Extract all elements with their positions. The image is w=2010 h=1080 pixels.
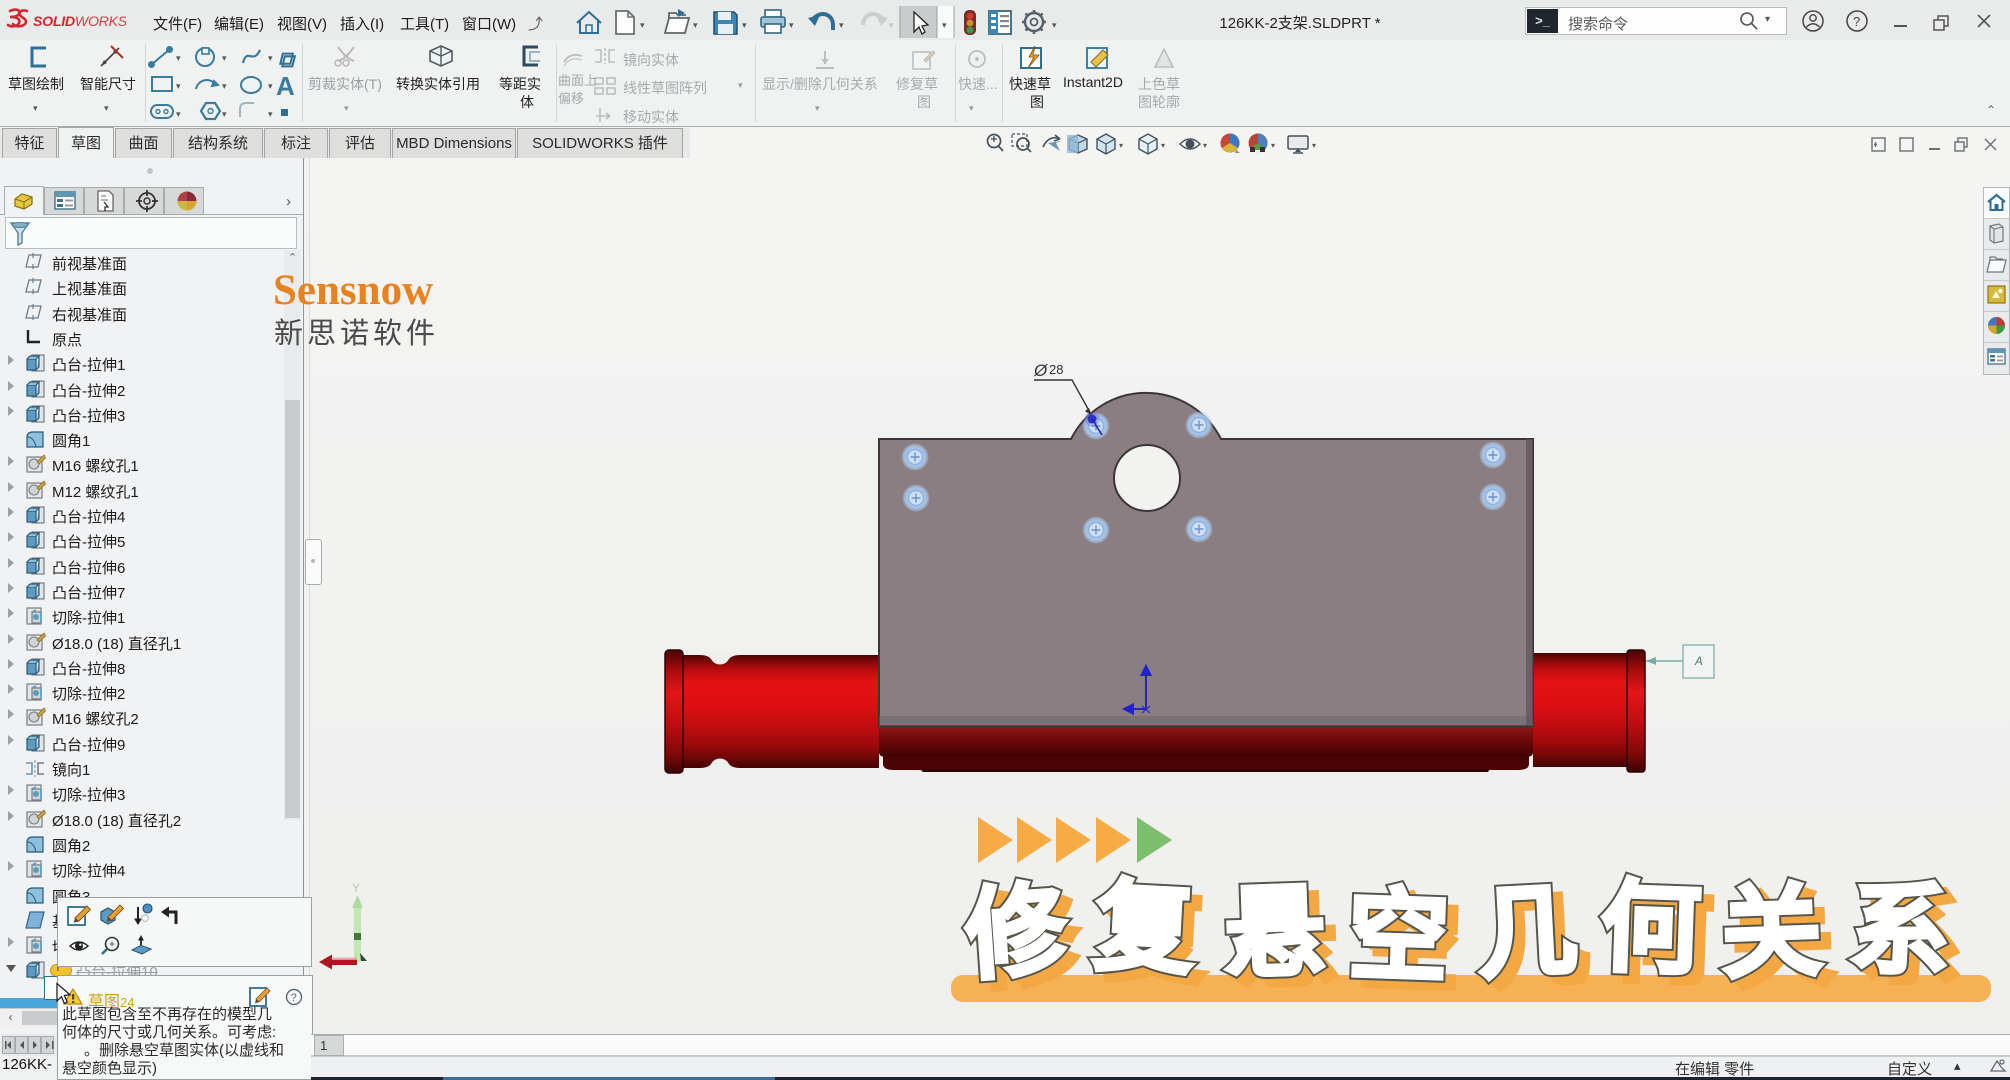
- svg-text:复: 复: [1091, 870, 1197, 987]
- svg-text:▾: ▾: [222, 109, 227, 119]
- svg-text:A: A: [276, 71, 295, 101]
- svg-text:▾: ▾: [789, 20, 794, 30]
- svg-text:▾: ▾: [176, 81, 181, 91]
- svg-text:▾: ▾: [1161, 141, 1165, 150]
- svg-text:28: 28: [1049, 362, 1063, 377]
- svg-text:▾: ▾: [176, 109, 181, 119]
- svg-text:▾: ▾: [889, 20, 894, 30]
- svg-text:Y: Y: [352, 881, 360, 895]
- svg-text:▾: ▾: [176, 53, 181, 63]
- svg-text:▾: ▾: [1203, 141, 1207, 150]
- svg-text:▾: ▾: [268, 53, 273, 63]
- svg-text:关: 关: [1720, 875, 1824, 990]
- svg-text:▾: ▾: [693, 20, 698, 30]
- svg-text:▾: ▾: [1052, 20, 1057, 30]
- svg-text:A: A: [1694, 656, 1703, 668]
- svg-text:▾: ▾: [839, 20, 844, 30]
- svg-text:空: 空: [1347, 879, 1451, 994]
- svg-text:▾: ▾: [222, 81, 227, 91]
- svg-text:▾: ▾: [222, 53, 227, 63]
- svg-text:系: 系: [1847, 872, 1953, 989]
- svg-text:悬: 悬: [1223, 875, 1327, 990]
- svg-text:Ø: Ø: [1033, 361, 1049, 380]
- svg-text:▾: ▾: [1119, 141, 1123, 150]
- svg-text:SOLIDWORKS: SOLIDWORKS: [33, 14, 126, 30]
- svg-text:何: 何: [1599, 871, 1703, 986]
- svg-text:?: ?: [1853, 14, 1860, 29]
- svg-text:修: 修: [962, 874, 1071, 993]
- svg-text:▾: ▾: [268, 81, 273, 91]
- svg-text:▾: ▾: [640, 20, 645, 30]
- svg-text:▾: ▾: [942, 20, 947, 30]
- svg-text:?: ?: [291, 992, 297, 1004]
- svg-text:▾: ▾: [1271, 141, 1275, 150]
- svg-text:▾: ▾: [1312, 141, 1316, 150]
- svg-text:几: 几: [1474, 874, 1580, 991]
- svg-text:⧉: ⧉: [278, 47, 297, 72]
- svg-text:▾: ▾: [268, 109, 273, 119]
- svg-text:▾: ▾: [742, 20, 747, 30]
